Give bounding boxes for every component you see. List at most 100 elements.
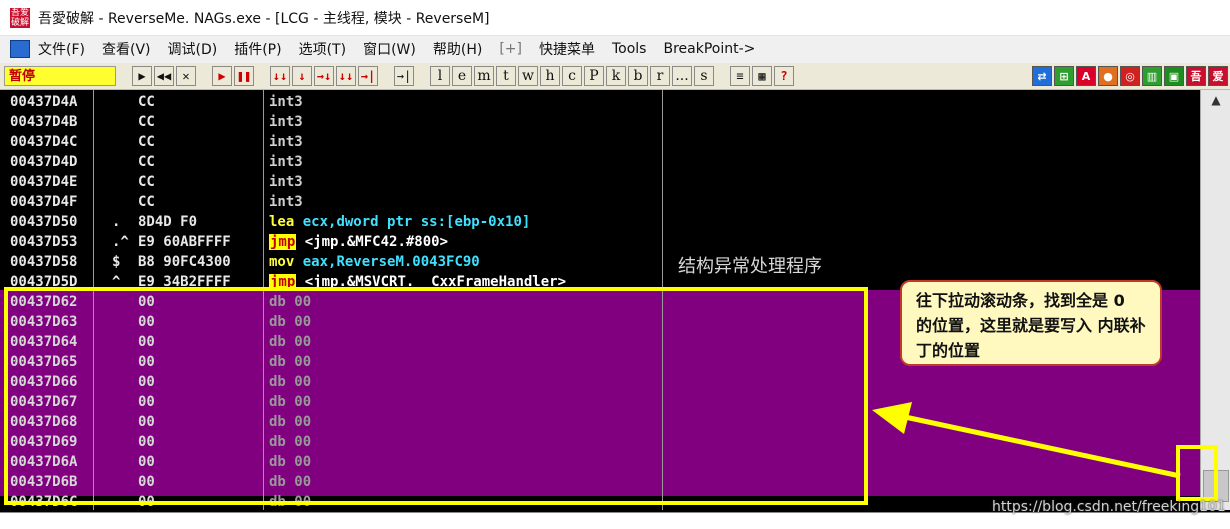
menu-options[interactable]: 选项(T)	[299, 39, 346, 59]
scroll-up-icon[interactable]: ▲	[1201, 90, 1230, 110]
toolbar: 暂停 ▶ ◀◀ ✕ ▶ ❚❚ ↓↓ ↓ →↓ ↓↓ →| →| l e m t …	[0, 63, 1230, 90]
row-hex: CC	[138, 154, 155, 170]
disasm-row[interactable]: 00437D4D CC int3	[0, 152, 1200, 172]
source-button[interactable]: s	[694, 66, 714, 86]
window-title: 吾愛破解 - ReverseMe. NAGs.exe - [LCG - 主线程,…	[38, 10, 490, 27]
open-icon[interactable]: ▶	[132, 66, 152, 86]
row-address: 00437D4B	[10, 114, 78, 130]
row-hex: CC	[138, 94, 155, 110]
pause-icon[interactable]: ❚❚	[234, 66, 254, 86]
menu-breakpoint[interactable]: BreakPoint->	[663, 41, 755, 57]
row-flag: .	[112, 214, 121, 230]
cpu-button[interactable]: c	[562, 66, 582, 86]
menu-debug[interactable]: 调试(D)	[168, 39, 218, 59]
bars-icon[interactable]: ▥	[1142, 66, 1162, 86]
ai-logo-icon[interactable]: 爱	[1208, 66, 1228, 86]
menu-window[interactable]: 窗口(W)	[363, 39, 416, 59]
seh-handler-comment: 结构异常处理程序	[678, 256, 822, 277]
log-button[interactable]: l	[430, 66, 450, 86]
disasm-row[interactable]: 00437D4B CC int3	[0, 112, 1200, 132]
disasm-row[interactable]: 00437D4F CC int3	[0, 192, 1200, 212]
row-mnemonic: int3	[269, 174, 303, 190]
status-paused: 暂停	[4, 66, 116, 86]
row-hex: CC	[138, 134, 155, 150]
row-asm: int3	[269, 92, 303, 112]
disasm-row[interactable]: 00437D58 $ B8 90FC4300 mov eax,ReverseM.004…	[0, 252, 1200, 272]
title-bar: 吾爱破解 吾愛破解 - ReverseMe. NAGs.exe - [LCG -…	[0, 0, 1230, 36]
row-flag: $	[112, 254, 121, 270]
menu-file[interactable]: 文件(F)	[38, 39, 85, 59]
row-address: 00437D4C	[10, 134, 78, 150]
execute-till-return-icon[interactable]: →|	[358, 66, 378, 86]
row-address: 00437D53	[10, 234, 78, 250]
memory-button[interactable]: m	[474, 66, 494, 86]
row-mnemonic: int3	[269, 194, 303, 210]
menu-bar: 文件(F) 查看(V) 调试(D) 插件(P) 选项(T) 窗口(W) 帮助(H…	[0, 36, 1230, 62]
panel-icon[interactable]: ▣	[1164, 66, 1184, 86]
watermark: https://blog.csdn.net/freeking101	[992, 499, 1226, 515]
row-hex: B8 90FC4300	[138, 254, 231, 270]
swap-icon[interactable]: ⇄	[1032, 66, 1052, 86]
trace-over-icon[interactable]: ↓↓	[336, 66, 356, 86]
call-stack-button[interactable]: k	[606, 66, 626, 86]
disasm-row[interactable]: 00437D4E CC int3	[0, 172, 1200, 192]
row-asm: int3	[269, 132, 303, 152]
row-asm: jmp <jmp.&MFC42.#800>	[269, 232, 448, 252]
close-icon[interactable]: ✕	[176, 66, 196, 86]
cpu-window-icon[interactable]	[10, 40, 30, 58]
row-asm: int3	[269, 172, 303, 192]
ascii-icon[interactable]: A	[1076, 66, 1096, 86]
list-icon[interactable]: ≡	[730, 66, 750, 86]
row-hex: CC	[138, 114, 155, 130]
threads-button[interactable]: t	[496, 66, 516, 86]
row-operand: eax,ReverseM.0043FC90	[302, 254, 480, 270]
row-asm: lea ecx,dword ptr ss:[ebp-0x10]	[269, 212, 530, 232]
row-address: 00437D58	[10, 254, 78, 270]
restart-icon[interactable]: ◀◀	[154, 66, 174, 86]
row-operand: ecx,dword ptr ss:[ebp-0x10]	[302, 214, 531, 230]
target-icon[interactable]: ◎	[1120, 66, 1140, 86]
row-flag: .^	[112, 234, 129, 250]
step-into-icon[interactable]: ↓↓	[270, 66, 290, 86]
row-asm: int3	[269, 152, 303, 172]
windows-button[interactable]: w	[518, 66, 538, 86]
row-asm: mov eax,ReverseM.0043FC90	[269, 252, 480, 272]
run-icon[interactable]: ▶	[212, 66, 232, 86]
disasm-row[interactable]: 00437D4C CC int3	[0, 132, 1200, 152]
references-button[interactable]: r	[650, 66, 670, 86]
annotation-highlight-box	[4, 287, 868, 505]
disasm-row[interactable]: 00437D50. 8D4D F0 lea ecx,dword ptr ss:[eb…	[0, 212, 1200, 232]
run-trace-button[interactable]: ...	[672, 66, 692, 86]
disasm-row[interactable]: 00437D4A CC int3	[0, 92, 1200, 112]
patches-button[interactable]: P	[584, 66, 604, 86]
trace-into-icon[interactable]: →↓	[314, 66, 334, 86]
app-logo-icon: 吾爱破解	[10, 7, 30, 28]
record-icon[interactable]: ●	[1098, 66, 1118, 86]
menu-help[interactable]: 帮助(H)	[433, 39, 482, 59]
modules-button[interactable]: e	[452, 66, 472, 86]
row-hex: E9 60ABFFFF	[138, 234, 231, 250]
menu-shortcut[interactable]: 快捷菜单	[539, 39, 595, 59]
disasm-row[interactable]: 00437D53 .^ E9 60ABFFFF jmp <jmp.&MFC42.#80…	[0, 232, 1200, 252]
grid-icon[interactable]: ▦	[752, 66, 772, 86]
row-operand: <jmp.&MFC42.#800>	[304, 234, 449, 250]
row-hex: CC	[138, 174, 155, 190]
row-mnemonic: lea	[269, 214, 295, 230]
row-address: 00437D50	[10, 214, 78, 230]
breakpoints-button[interactable]: b	[628, 66, 648, 86]
menu-view[interactable]: 查看(V)	[102, 39, 151, 59]
row-mnemonic: int3	[269, 154, 303, 170]
row-address: 00437D4F	[10, 194, 78, 210]
help-icon[interactable]: ?	[774, 66, 794, 86]
row-address: 00437D4D	[10, 154, 78, 170]
handles-button[interactable]: h	[540, 66, 560, 86]
row-mnemonic: int3	[269, 114, 303, 130]
menu-tools[interactable]: Tools	[612, 41, 647, 57]
step-over-icon[interactable]: ↓	[292, 66, 312, 86]
wu-logo-icon[interactable]: 吾	[1186, 66, 1206, 86]
menu-plugins[interactable]: 插件(P)	[234, 39, 281, 59]
goto-icon[interactable]: →|	[394, 66, 414, 86]
annotation-scrollbar-box	[1176, 445, 1218, 501]
plugin-icon[interactable]: ⊞	[1054, 66, 1074, 86]
menu-plus[interactable]: [+]	[499, 41, 522, 57]
